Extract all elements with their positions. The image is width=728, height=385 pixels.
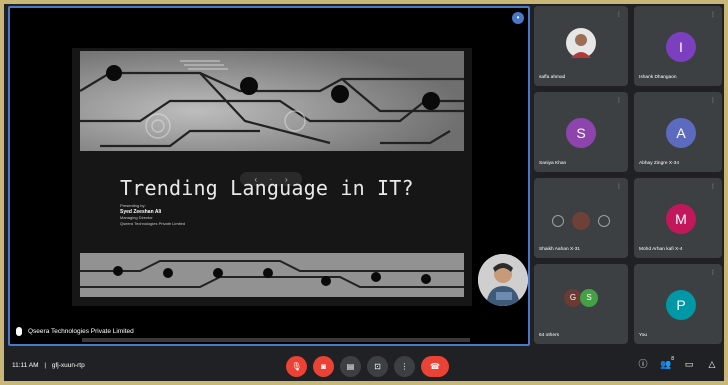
people-icon[interactable]: 👥 8 (660, 356, 674, 370)
bottom-bar: 11:11 AM | gfj-xuun-rtp 🎙 ◙ ▤ ⊡ ⋮ ☎ ⓘ 👥 … (4, 350, 724, 381)
participant-grid: ⋮ saffa ahmad ⋮ I Ishank Dhangaon ⋮ S Sa… (534, 6, 724, 346)
captions-icon[interactable]: ▤ (340, 356, 361, 377)
more-vert-icon[interactable]: ⋮ (710, 11, 716, 18)
avatar (566, 28, 596, 58)
camera-off-icon[interactable]: ◙ (313, 356, 334, 377)
info-icon[interactable]: ⓘ (637, 358, 649, 370)
tile-hover-controls (552, 212, 610, 230)
stage-caption-text: Qseera Technologies Private Limited (28, 328, 134, 335)
avatar: S (580, 289, 598, 307)
pin-icon[interactable] (552, 215, 564, 227)
meet-window: • ‹ · › Trending Language in IT? Present… (4, 4, 724, 381)
participant-tile[interactable]: ⋮ M Mohd Arhan kafi X-4 (634, 178, 722, 258)
circuit-graphic-bottom (80, 253, 464, 297)
stage-caption: Qseera Technologies Private Limited (16, 327, 134, 336)
more-vert-icon[interactable]: ⋮ (616, 183, 622, 190)
more-vert-icon[interactable]: ⋮ (616, 97, 622, 104)
participant-tile[interactable]: ⋮ A Abhay Zingre X-34 (634, 92, 722, 172)
avatar: S (566, 118, 596, 148)
avatar: M (666, 204, 696, 234)
circuit-graphic-top (80, 51, 464, 151)
pin-icon[interactable]: • (512, 12, 524, 24)
slide: ‹ · › Trending Language in IT? Presentin… (72, 48, 472, 306)
more-vert-icon[interactable]: ⋮ (710, 269, 716, 276)
participant-tile[interactable]: ⋮ S Saniya Khan (534, 92, 628, 172)
avatar: P (666, 290, 696, 320)
others-count: 64 others (539, 333, 560, 338)
others-tile[interactable]: G S 64 others (534, 264, 628, 344)
participant-tile[interactable]: ⋮ Shaikh Aahan X-31 (534, 178, 628, 258)
participant-name: Mohd Arhan kafi X-4 (639, 247, 683, 252)
call-controls: 🎙 ◙ ▤ ⊡ ⋮ ☎ (286, 356, 449, 377)
slide-title: Trending Language in IT? (120, 176, 414, 200)
participant-name: Saniya Khan (539, 161, 567, 166)
presenter-avatar (478, 254, 528, 306)
slide-progress-strip (82, 338, 470, 342)
clock-time: 11:11 AM (12, 362, 39, 369)
end-call-icon[interactable]: ☎ (421, 356, 449, 377)
more-vert-icon[interactable]: ⋮ (616, 11, 622, 18)
chat-icon[interactable]: ▭ (683, 358, 695, 370)
slide-meta: Presenting by: Syed Zeeshan Ali Managing… (120, 203, 185, 227)
participant-name: Shaikh Aahan X-31 (539, 247, 581, 252)
remove-icon[interactable] (598, 215, 610, 227)
avatar: I (666, 32, 696, 62)
participant-name: You (639, 333, 648, 338)
avatar: A (666, 118, 696, 148)
participant-count-badge: 8 (671, 356, 674, 362)
presentation-stage[interactable]: • ‹ · › Trending Language in IT? Present… (8, 6, 530, 346)
present-icon[interactable]: ⊡ (367, 356, 388, 377)
mute-icon[interactable] (572, 212, 590, 230)
participant-name: Abhay Zingre X-34 (639, 161, 679, 166)
person-icon (478, 254, 528, 306)
more-vert-icon[interactable]: ⋮ (710, 183, 716, 190)
mic-off-icon[interactable]: 🎙 (286, 356, 307, 377)
others-avatars: G S (564, 289, 598, 307)
participant-tile[interactable]: ⋮ I Ishank Dhangaon (634, 6, 722, 86)
more-icon[interactable]: ⋮ (394, 356, 415, 377)
presenter-company: Qseera Technologies Private Limited (120, 221, 186, 226)
more-vert-icon[interactable]: ⋮ (710, 97, 716, 104)
participant-name: Ishank Dhangaon (639, 75, 677, 80)
meeting-details: 11:11 AM | gfj-xuun-rtp (12, 362, 85, 369)
activities-icon[interactable]: △ (706, 358, 718, 370)
self-tile[interactable]: ⋮ P You (634, 264, 722, 344)
mic-icon (16, 327, 22, 336)
separator: | (44, 362, 47, 369)
meeting-code: gfj-xuun-rtp (51, 362, 85, 369)
participant-tile[interactable]: ⋮ saffa ahmad (534, 6, 628, 86)
side-panel-buttons: ⓘ 👥 8 ▭ △ (637, 356, 718, 370)
participant-name: saffa ahmad (539, 75, 566, 80)
